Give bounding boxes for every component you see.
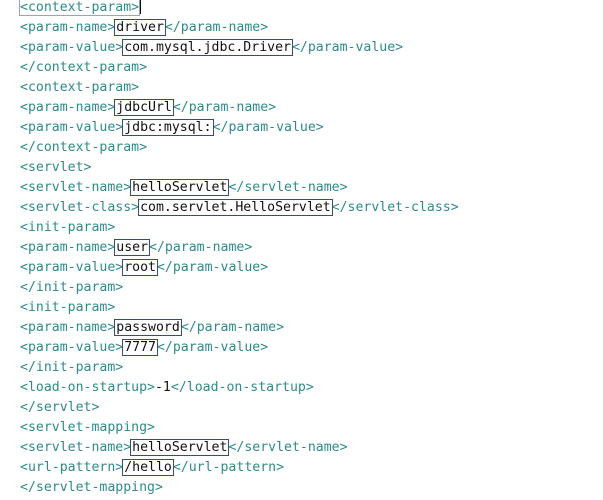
code-line[interactable]: <context-param> [20, 78, 139, 98]
xml-close-tag: </param-name> [172, 100, 277, 115]
xml-close-tag: </servlet-name> [228, 440, 348, 455]
code-line[interactable]: <servlet-name>helloServlet</servlet-name… [20, 438, 348, 458]
xml-value: 7777 [122, 339, 158, 356]
xml-code-editor[interactable]: <context-param> <param-name>driver</para… [0, 0, 603, 500]
code-line[interactable]: <param-value>7777</param-value> [20, 338, 268, 358]
code-line[interactable]: <param-value>jdbc:mysql:</param-value> [20, 118, 324, 138]
xml-value: helloServlet [130, 179, 230, 196]
xml-close-tag: </servlet-name> [228, 180, 348, 195]
text-caret [140, 0, 142, 14]
xml-close-tag: </servlet-class> [331, 200, 459, 215]
code-line[interactable]: </servlet-mapping> [20, 478, 163, 498]
code-line[interactable]: <load-on-startup>-1</load-on-startup> [20, 378, 314, 398]
xml-tag: <context-param> [18, 0, 141, 16]
code-line[interactable]: <init-param> [20, 298, 115, 318]
xml-tag: </context-param> [20, 60, 148, 75]
xml-open-tag: <servlet-name> [20, 440, 132, 455]
xml-open-tag: <param-name> [20, 20, 116, 35]
xml-value: driver [114, 19, 166, 36]
xml-value: /hello [122, 459, 174, 476]
code-line[interactable]: <param-name>password</param-name> [20, 318, 284, 338]
xml-open-tag: <servlet-name> [20, 180, 132, 195]
code-line[interactable]: </context-param> [20, 58, 147, 78]
xml-tag: </init-param> [20, 360, 124, 375]
xml-value: password [114, 319, 182, 336]
xml-open-tag: <param-value> [20, 260, 124, 275]
xml-value: com.servlet.HelloServlet [138, 199, 333, 216]
xml-value: com.mysql.jdbc.Driver [122, 39, 293, 56]
xml-value: helloServlet [130, 439, 230, 456]
code-line[interactable]: <param-value>com.mysql.jdbc.Driver</para… [20, 38, 403, 58]
code-line[interactable]: <context-param> [18, 0, 142, 18]
xml-tag: </servlet-mapping> [20, 480, 163, 495]
xml-value: jdbc:mysql: [122, 119, 214, 136]
xml-value: root [122, 259, 158, 276]
xml-tag: <context-param> [20, 80, 140, 95]
xml-value: -1 [154, 380, 171, 395]
code-line[interactable]: </init-param> [20, 358, 123, 378]
code-line[interactable]: <servlet-mapping> [20, 418, 155, 438]
xml-close-tag: </param-name> [149, 240, 253, 255]
code-line[interactable]: <param-name>driver</param-name> [20, 18, 268, 38]
xml-open-tag: <param-name> [20, 320, 116, 335]
code-line[interactable]: <servlet-class>com.servlet.HelloServlet<… [20, 198, 459, 218]
xml-tag: <init-param> [20, 220, 116, 235]
xml-close-tag: </param-value> [156, 260, 269, 275]
xml-close-tag: </param-name> [180, 320, 285, 335]
xml-close-tag: </load-on-startup> [170, 380, 314, 395]
xml-open-tag: <servlet-class> [20, 200, 140, 215]
xml-value: jdbcUrl [114, 99, 174, 116]
xml-tag: </init-param> [20, 280, 124, 295]
xml-close-tag: </param-value> [156, 340, 269, 355]
xml-tag: <servlet-mapping> [20, 420, 155, 435]
code-line[interactable]: <servlet> [20, 158, 91, 178]
xml-open-tag: <load-on-startup> [20, 380, 155, 395]
code-line[interactable]: <param-value>root</param-value> [20, 258, 268, 278]
code-line[interactable]: </context-param> [20, 138, 147, 158]
xml-tag: </servlet> [20, 400, 100, 415]
xml-close-tag: </param-value> [291, 40, 404, 55]
code-line[interactable]: </init-param> [20, 278, 123, 298]
code-line[interactable]: <servlet-name>helloServlet</servlet-name… [20, 178, 348, 198]
xml-close-tag: </param-value> [212, 120, 324, 135]
xml-open-tag: <param-name> [20, 240, 116, 255]
code-line[interactable]: <param-name>user</param-name> [20, 238, 252, 258]
xml-open-tag: <param-name> [20, 100, 116, 115]
xml-open-tag: <param-value> [20, 340, 124, 355]
code-line[interactable]: <init-param> [20, 218, 115, 238]
xml-tag: <servlet> [20, 160, 92, 175]
code-line[interactable]: <url-pattern>/hello</url-pattern> [20, 458, 284, 478]
xml-close-tag: </url-pattern> [172, 460, 285, 475]
xml-tag: <init-param> [20, 300, 116, 315]
xml-open-tag: <url-pattern> [20, 460, 124, 475]
code-line[interactable]: </servlet> [20, 398, 99, 418]
code-line[interactable]: <param-name>jdbcUrl</param-name> [20, 98, 276, 118]
xml-tag: </context-param> [20, 140, 148, 155]
xml-value: user [114, 239, 151, 256]
xml-close-tag: </param-name> [164, 20, 269, 35]
xml-open-tag: <param-value> [20, 40, 124, 55]
xml-open-tag: <param-value> [20, 120, 124, 135]
